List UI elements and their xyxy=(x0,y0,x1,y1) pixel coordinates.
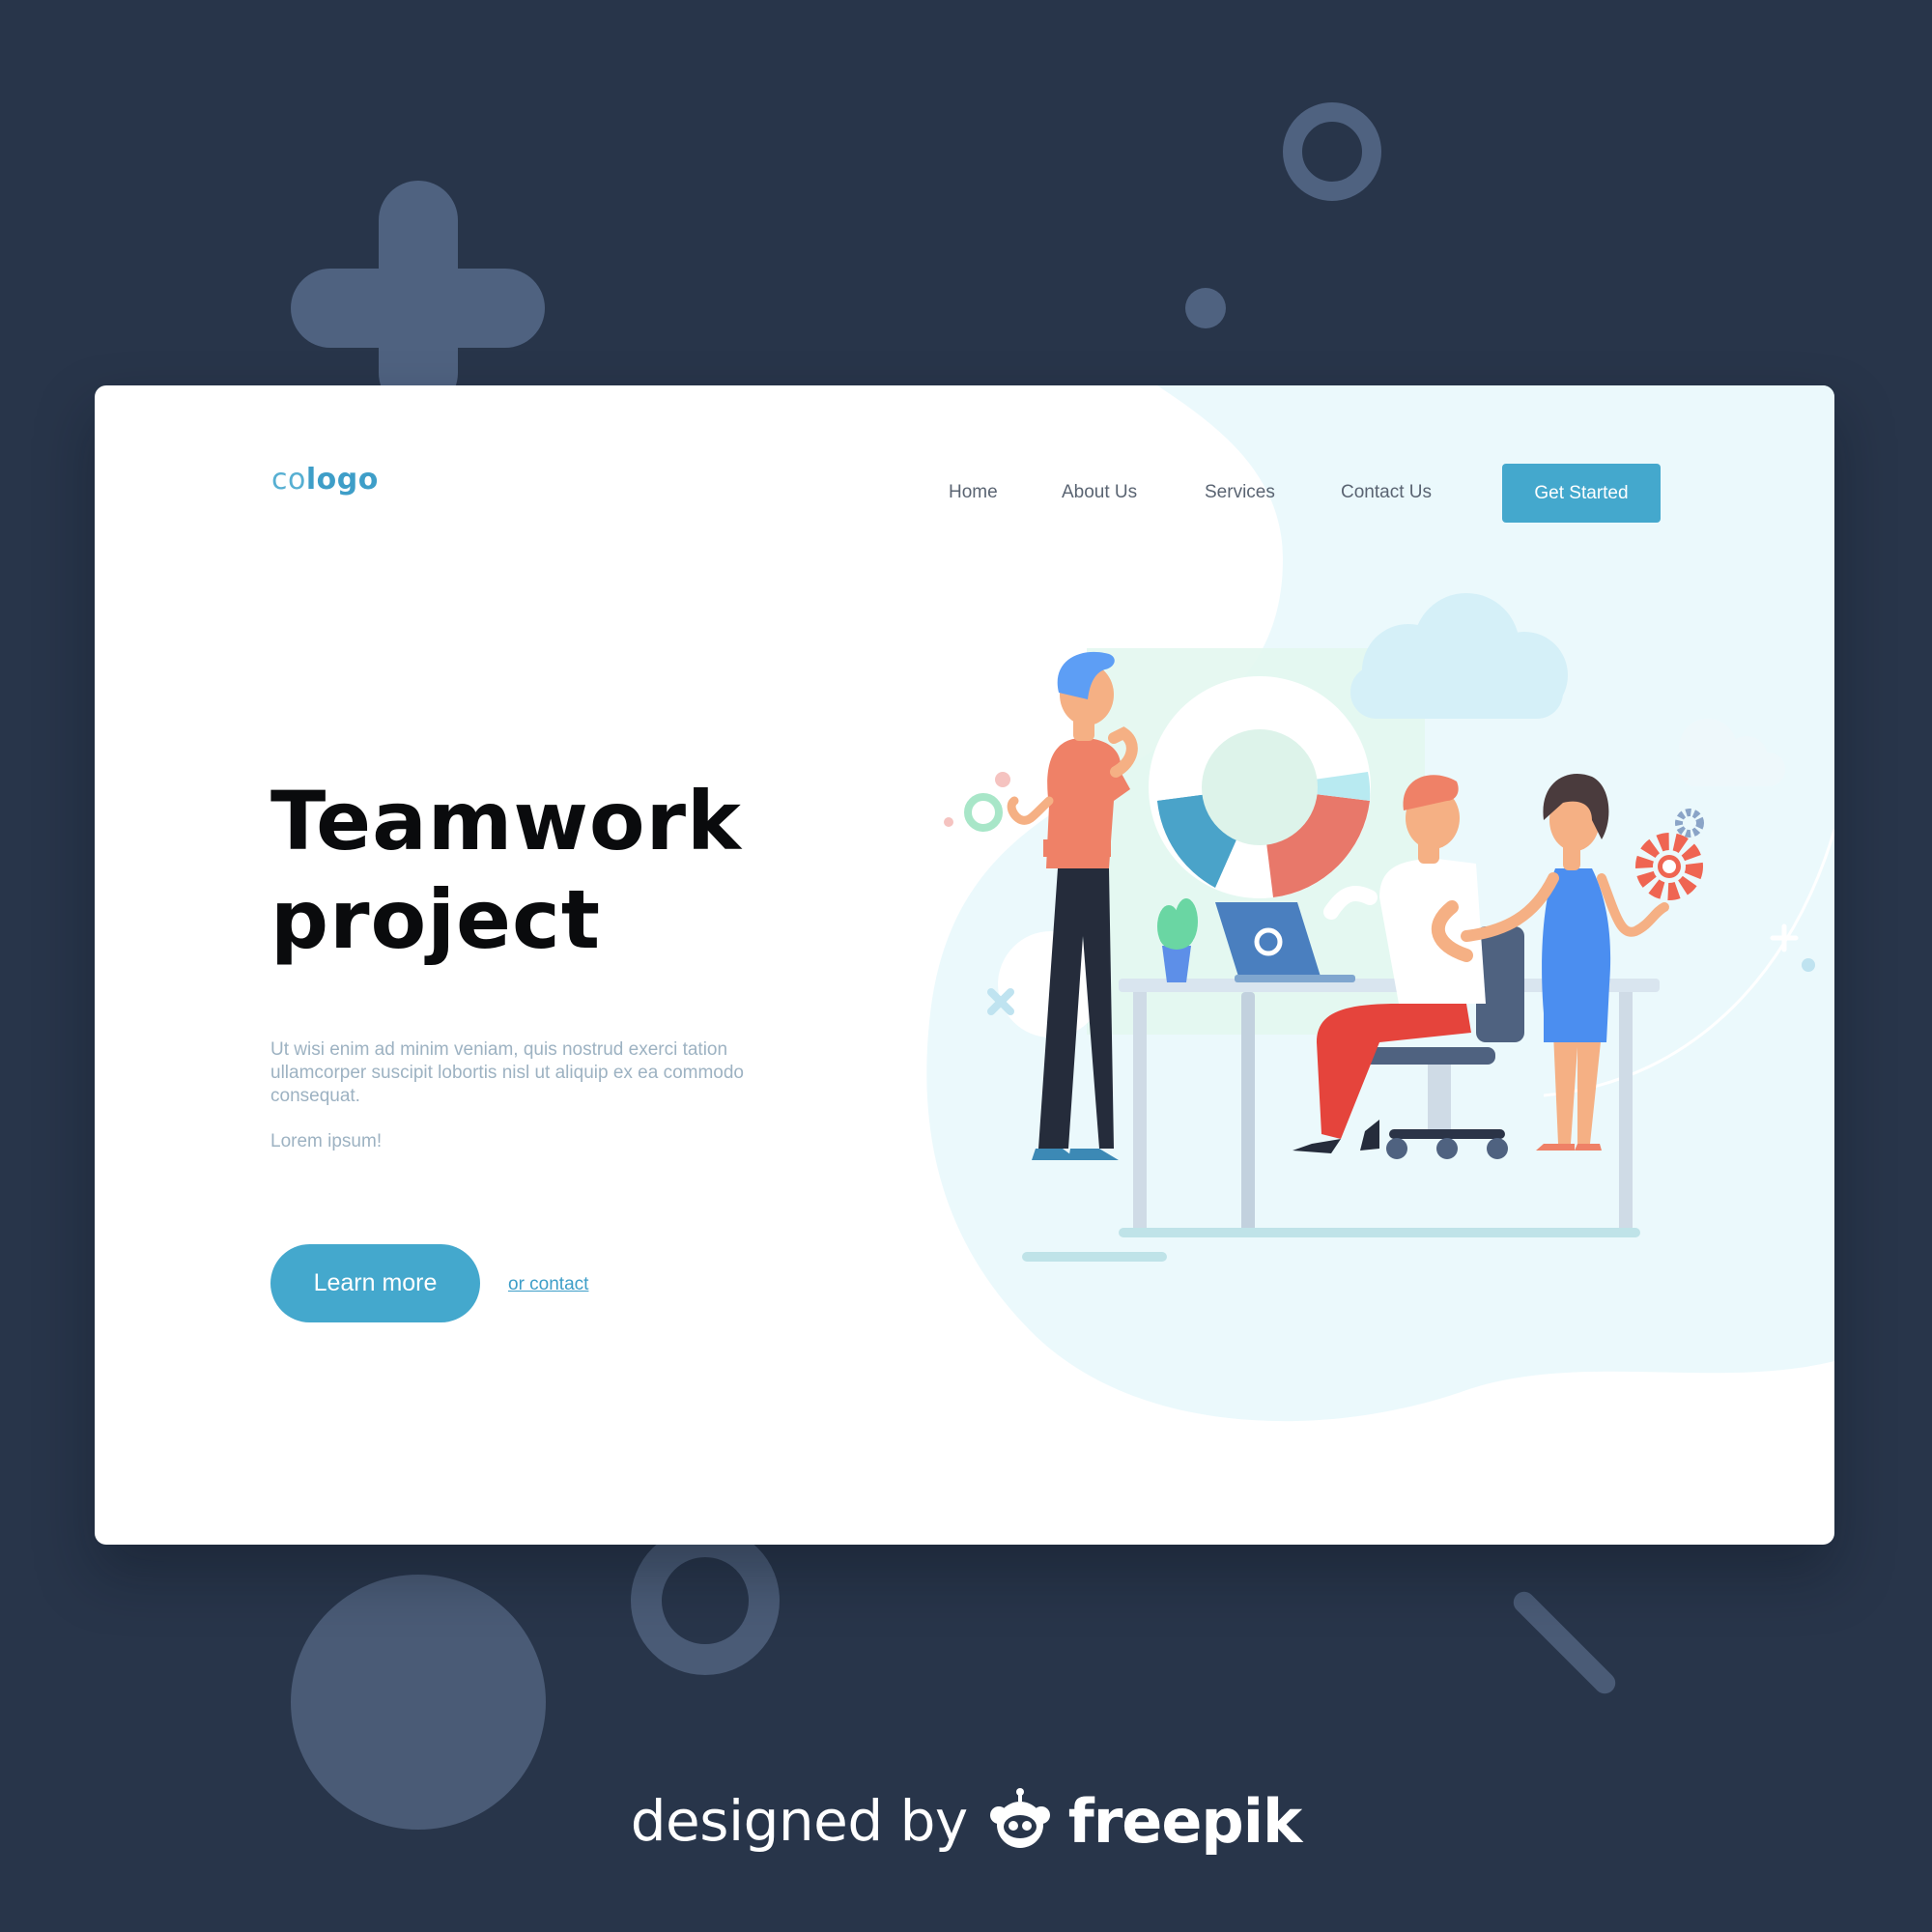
hero-title: Teamwork project xyxy=(270,772,811,969)
freepik-mascot-icon xyxy=(989,1788,1050,1848)
contact-link[interactable]: or contact xyxy=(508,1274,588,1295)
hero-note: Lorem ipsum! xyxy=(270,1131,383,1151)
nav-services[interactable]: Services xyxy=(1205,482,1275,503)
dot-shape-top xyxy=(1185,288,1226,328)
ring-shape-bottom xyxy=(631,1526,780,1675)
nav-about-us[interactable]: About Us xyxy=(1062,482,1137,503)
team-illustration xyxy=(944,593,1815,1262)
designed-by-text: designed by xyxy=(630,1788,969,1854)
freepik-brand-text: freepik xyxy=(1067,1785,1303,1857)
hero-title-line2: project xyxy=(270,872,601,967)
hero-title-line1: Teamwork xyxy=(270,774,742,868)
hero-description: Ut wisi enim ad minim veniam, quis nostr… xyxy=(270,1039,745,1106)
ring-shape-top xyxy=(1283,102,1381,201)
nav-home[interactable]: Home xyxy=(949,482,998,503)
learn-more-button[interactable]: Learn more xyxy=(270,1244,480,1322)
bar-shape-bottom xyxy=(1509,1587,1620,1698)
nav-contact-us[interactable]: Contact Us xyxy=(1341,482,1432,503)
plus-shape-horizontal xyxy=(291,269,545,348)
footer-credit: designed by freepik xyxy=(0,1777,1932,1864)
get-started-button[interactable]: Get Started xyxy=(1502,464,1661,523)
landing-page-card: cologo Home About Us Services Contact Us… xyxy=(95,385,1834,1545)
